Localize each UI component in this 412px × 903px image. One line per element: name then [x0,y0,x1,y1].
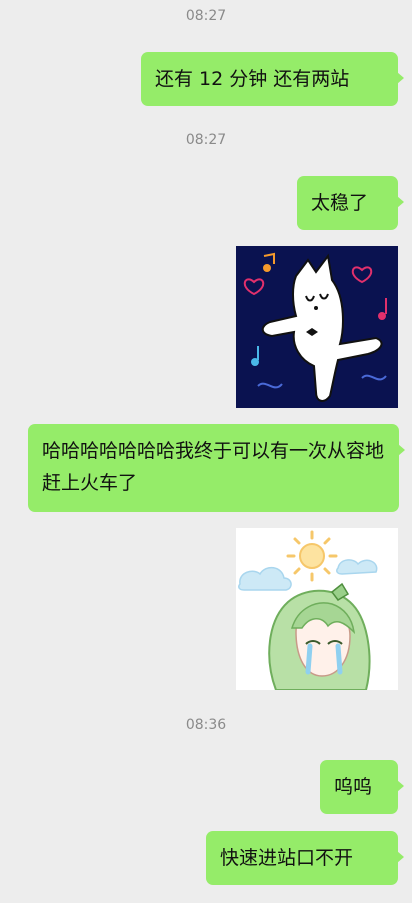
message-text: 呜呜 [334,776,373,798]
message-text: 快速进站口不开 [220,847,354,869]
message-text: 还有 12 分钟 还有两站 [155,68,350,90]
message-text: 哈哈哈哈哈哈哈我终于可以有一次从容地赶上火车了 [42,440,385,494]
message-bubble[interactable]: 快速进站口不开 [206,831,404,885]
dancing-cat-icon [243,252,387,402]
message-bubble[interactable]: 哈哈哈哈哈哈哈我终于可以有一次从容地赶上火车了 [28,424,405,512]
dancing-cat-sticker[interactable] [236,246,398,408]
timestamp: 08:36 [185,717,227,733]
crying-anime-girl-sticker[interactable] [236,528,398,690]
timestamp: 08:27 [185,8,227,24]
message-bubble[interactable]: 太稳了 [297,176,404,230]
crying-girl-icon [238,530,378,690]
timestamp: 08:27 [185,132,227,148]
message-bubble[interactable]: 还有 12 分钟 还有两站 [141,52,404,106]
message-bubble[interactable]: 呜呜 [320,760,404,814]
message-text: 太稳了 [311,192,369,214]
